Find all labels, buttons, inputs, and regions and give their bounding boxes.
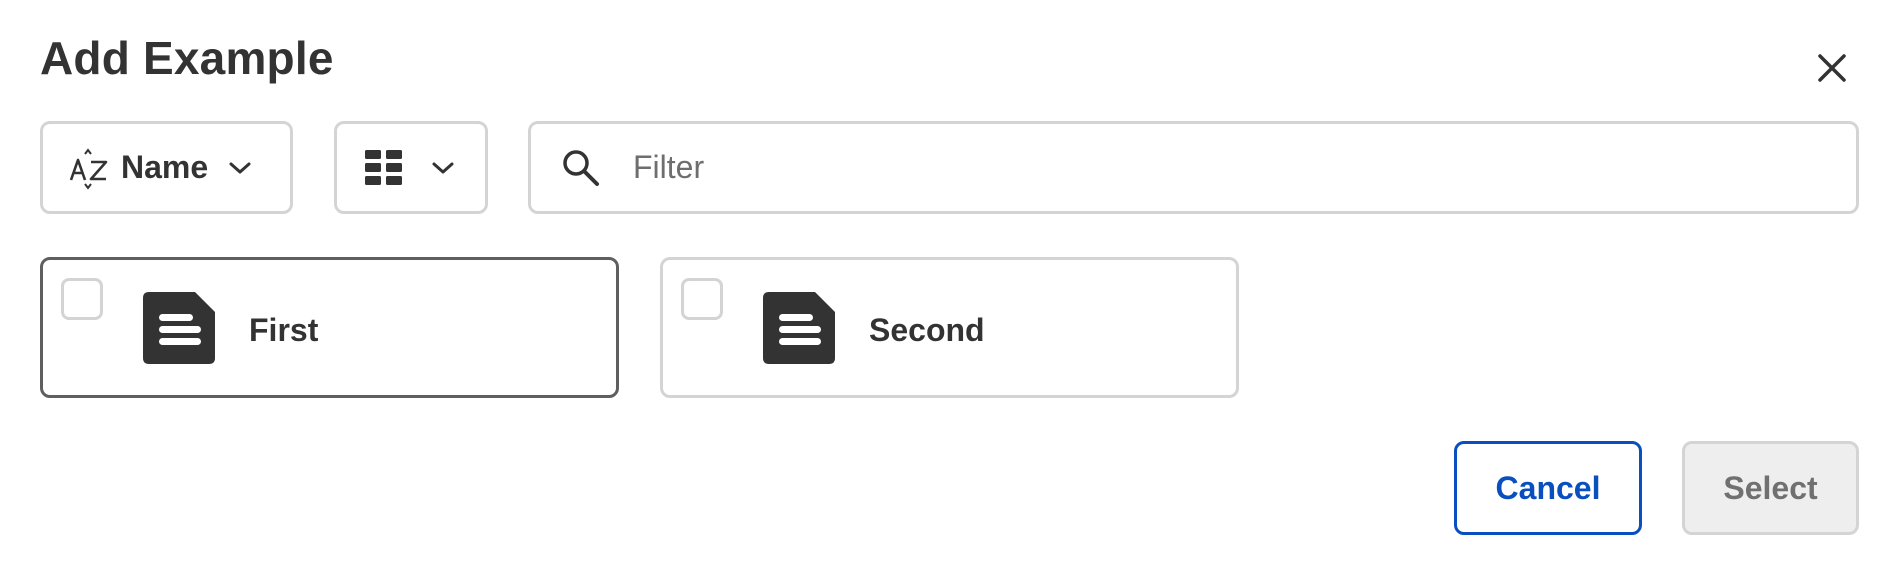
add-example-dialog: Add Example Name Filter First Second Can… bbox=[0, 0, 1900, 574]
item-label: First bbox=[249, 312, 319, 348]
filter-input[interactable] bbox=[631, 136, 1815, 199]
cancel-button[interactable]: Cancel bbox=[1454, 441, 1642, 535]
item-card-first[interactable]: First bbox=[40, 257, 619, 398]
dialog-title: Add Example bbox=[40, 32, 334, 84]
sort-dropdown[interactable]: Name bbox=[40, 121, 293, 214]
select-button[interactable]: Select bbox=[1682, 441, 1859, 535]
close-icon bbox=[1818, 54, 1846, 82]
view-mode-dropdown[interactable] bbox=[334, 121, 488, 214]
item-label: Second bbox=[869, 312, 985, 348]
filter-field[interactable] bbox=[528, 121, 1859, 214]
grid-view-icon bbox=[365, 149, 402, 185]
document-icon bbox=[763, 292, 835, 364]
document-icon bbox=[143, 292, 215, 364]
sort-label: Name bbox=[121, 149, 209, 185]
item-checkbox[interactable] bbox=[681, 278, 723, 320]
item-checkbox[interactable] bbox=[61, 278, 103, 320]
item-card-second[interactable]: Second bbox=[660, 257, 1239, 398]
chevron-down-icon bbox=[229, 162, 251, 173]
sort-az-icon bbox=[69, 147, 108, 190]
close-button[interactable] bbox=[1812, 48, 1852, 88]
chevron-down-icon bbox=[432, 162, 454, 173]
search-icon bbox=[563, 149, 599, 186]
